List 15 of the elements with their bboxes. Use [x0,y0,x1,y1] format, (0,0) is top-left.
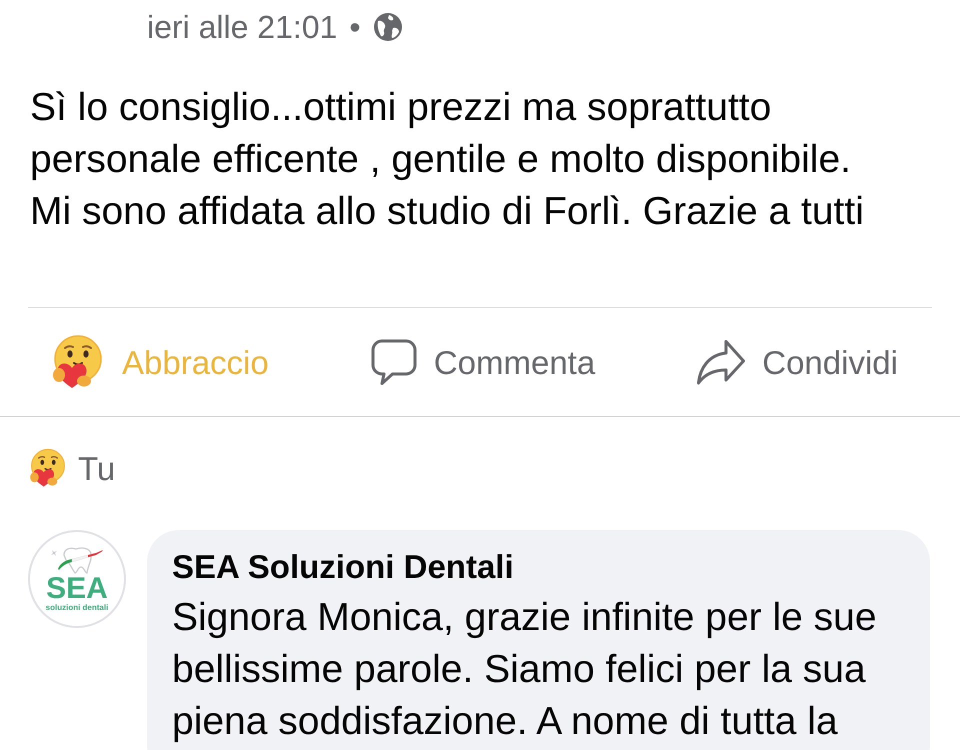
logo-title: SEA [46,575,108,603]
post-text: Sì lo consiglio...ottimi prezzi ma soprattutto personale efficente , gentile e molto disponibile. Mi sono affidata allo studio di Forlì. Grazie a tutti [29,85,865,235]
comment-text: Signora Monica, grazie infinite per le sue bellissime parole. Siamo felici per la sua piena soddisfazione. A nome di tutta la [172,595,878,745]
globe-icon [372,12,403,42]
post-action-button[interactable]: Commenta [370,338,596,386]
hug-emoji-icon [28,448,68,488]
comment-author[interactable]: SEA Soluzioni Dentali [172,547,910,587]
share-arrow-icon [696,339,746,385]
post-timestamp[interactable]: ieri alle 21:01 [147,11,338,43]
dot-separator: • [349,11,361,43]
post-action-button[interactable]: Condividi [696,339,898,385]
tooth-swoosh-icon [50,545,104,575]
reaction-summary[interactable]: Tu [78,452,116,484]
speech-bubble-icon [370,338,418,386]
logo-subtitle: soluzioni dentali [46,603,108,613]
